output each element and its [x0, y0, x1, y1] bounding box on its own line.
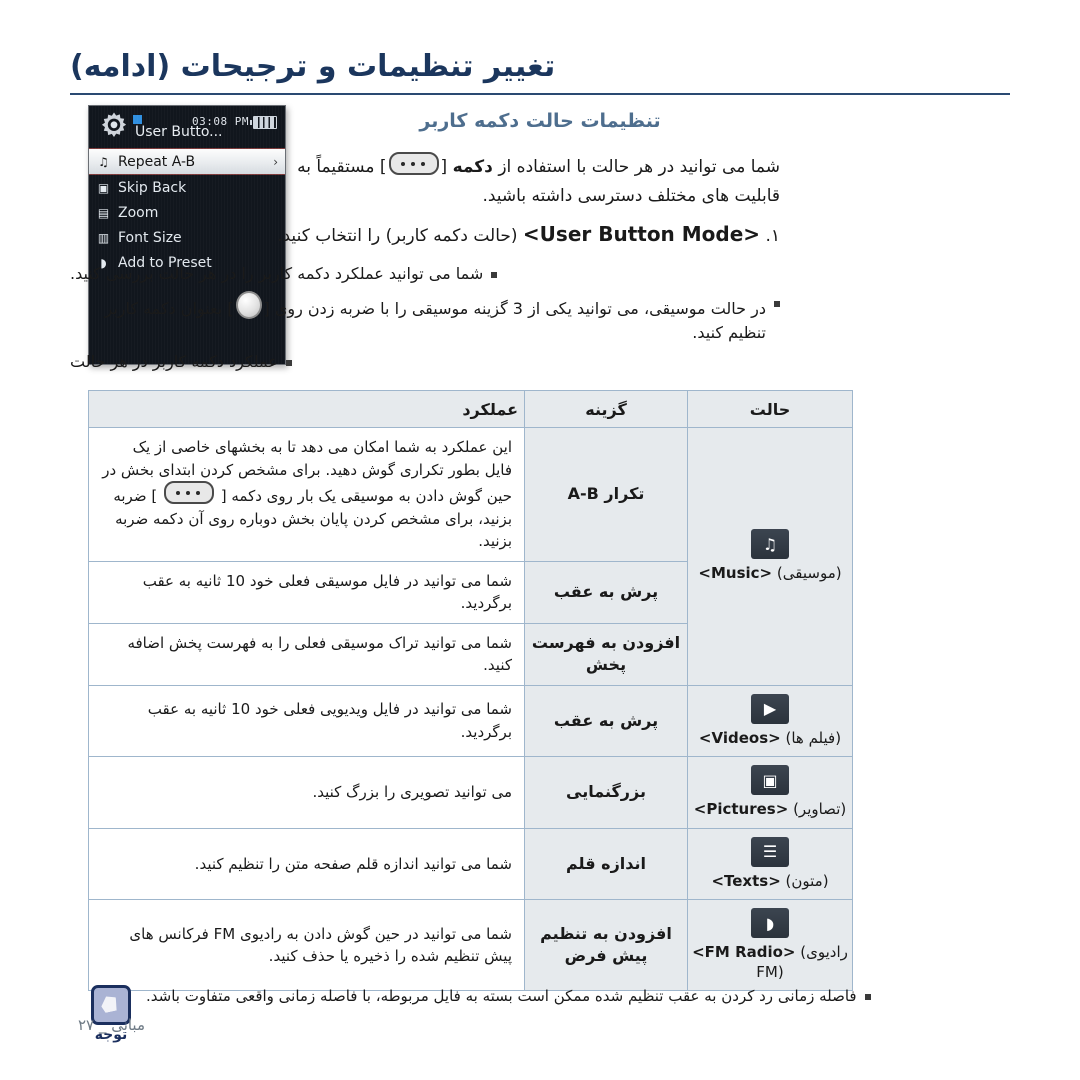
bullet-text: در حالت موسیقی، می توانید یکی از 3 گزینه…	[70, 291, 766, 345]
note-body-text: فاصله زمانی رد کردن به عقب تنظیم شده ممک…	[146, 987, 857, 1005]
table-row: ▣ <Pictures> (تصاویر) بزرگنمایی می توانید ت…	[88, 756, 853, 829]
intro-line-2: قابلیت های مختلف دسترسی داشته باشید.	[482, 185, 780, 206]
mode-label: <Pictures> (تصاویر)	[693, 800, 847, 818]
mode-cell: ▣ <Pictures> (تصاویر)	[687, 756, 853, 829]
intro-step-1: ۱. <User Button Mode> (حالت دکمه کاربر) …	[70, 219, 780, 250]
table-row: ♫ <Music> (موسیقی) تکرار A-B این عملکرد به …	[88, 427, 853, 686]
page-footer: مبانی _ ۲۷	[78, 1016, 145, 1034]
intro-line-1: شما می توانید در هر حالت با استفاده از د…	[70, 152, 780, 181]
bullet-text: شما می توانید عملکرد دکمه کاربر را در هر…	[70, 264, 484, 283]
mode-cell-content: ☰ <Texts> (متون)	[692, 836, 848, 892]
oval-key-group: []	[227, 291, 270, 321]
bullet-square-icon	[491, 272, 498, 278]
text-doc-icon: ☰	[751, 836, 789, 867]
option-cell: بزرگنمایی	[524, 756, 688, 829]
bullet-item-2: عملکرد دکمه کاربر در هر حالت	[70, 350, 780, 374]
option-cell: افزودن به تنظیم پیش فرض	[524, 899, 688, 991]
note-content: فاصله زمانی رد کردن به عقب تنظیم شده ممک…	[146, 985, 878, 1043]
page-header: تغییر تنظیمات و ترجیحات (ادامه)	[70, 49, 1010, 95]
mode-label-fa: (فیلم ها)	[780, 728, 842, 747]
picture-icon: ▣	[751, 765, 789, 795]
mode-label-fa: (رادیوی FM)	[756, 943, 848, 981]
bullet-item-0: شما می توانید عملکرد دکمه کاربر را در هر…	[70, 262, 780, 286]
step-menu-name: <User Button Mode>	[522, 222, 761, 246]
function-cell: شما می توانید در فایل موسیقی فعلی خود 10…	[88, 560, 525, 624]
mode-cell-content: ▶ <Videos> (فیلم ها)	[692, 693, 848, 749]
option-cell: اندازه قلم	[524, 827, 688, 900]
table-head: حالت گزینه عملکرد	[88, 390, 853, 428]
table-row: ☰ <Texts> (متون) اندازه قلم شما می توانید ا…	[88, 827, 853, 900]
bullet-list: شما می توانید عملکرد دکمه کاربر را در هر…	[70, 262, 780, 379]
mode-label: <Videos> (فیلم ها)	[698, 728, 842, 747]
option-cell: پرش به عقب	[524, 684, 688, 757]
mode-cell: ▶ <Videos> (فیلم ها)	[687, 684, 853, 757]
mode-cell: ◗ <FM Radio> (رادیوی FM)	[687, 899, 853, 991]
fm-radio-icon: ◗	[751, 908, 789, 938]
column-header-mode: حالت	[687, 390, 853, 428]
step-description: (حالت دکمه کاربر) را انتخاب کنید.	[277, 226, 518, 246]
column-header-function: عملکرد	[88, 390, 525, 428]
user-button-function-table: حالت گزینه عملکرد ♫ <Music> (موسیقی) تکرار…	[88, 390, 853, 991]
intro-text: شما می توانید در هر حالت با استفاده از د…	[70, 152, 780, 253]
user-button-dots-icon	[163, 481, 214, 504]
option-cell: تکرار A-B	[524, 427, 688, 562]
function-cell: شما می توانید تراک موسیقی فعلی را به فهر…	[88, 622, 525, 686]
column-header-option: گزینه	[524, 390, 688, 428]
intro-line1-c: مستقیماً به	[297, 157, 375, 177]
device-screen-title: User Butto...	[135, 124, 223, 140]
table-header-row: حالت گزینه عملکرد	[88, 390, 853, 428]
key-bracket-group: []	[380, 152, 447, 181]
bullet-text: عملکرد دکمه کاربر در هر حالت	[70, 352, 278, 371]
note-box: توجه فاصله زمانی رد کردن به عقب تنظیم شد…	[88, 985, 878, 1043]
mode-cell-content: ▣ <Pictures> (تصاویر)	[692, 765, 848, 820]
device-status-bar: 03:08 PM User Butto...	[89, 106, 285, 146]
music-note-icon: ♫	[751, 529, 789, 559]
mode-cell: ♫ <Music> (موسیقی)	[687, 427, 853, 686]
gear-icon	[101, 112, 127, 137]
mode-cell-content: ♫ <Music> (موسیقی)	[692, 529, 848, 584]
intro-line1-a: شما می توانید در هر حالت با استفاده از	[498, 157, 780, 177]
mode-label: <Texts> (متون)	[711, 871, 829, 890]
status-blue-indicator	[133, 115, 142, 124]
bullet-square-icon	[285, 360, 292, 366]
mode-label: <FM Radio> (رادیوی FM)	[692, 943, 848, 981]
footer-label: مبانی	[111, 1016, 145, 1034]
bullet-square-icon	[774, 301, 780, 307]
note-badge: توجه	[88, 985, 134, 1043]
header-divider	[70, 92, 1010, 95]
manual-page: تغییر تنظیمات و ترجیحات (ادامه) تنظیمات …	[0, 0, 1080, 1080]
option-cell: پرش به عقب	[524, 560, 688, 624]
table-row: ▶ <Videos> (فیلم ها) پرش به عقب شما می توان…	[88, 684, 853, 757]
step-number: ۱.	[765, 226, 780, 246]
mode-label-fa: (متون)	[780, 871, 829, 890]
table-body: ♫ <Music> (موسیقی) تکرار A-B این عملکرد به …	[88, 427, 853, 991]
page-title: تغییر تنظیمات و ترجیحات (ادامه)	[70, 49, 556, 84]
select-button-oval-icon	[235, 291, 262, 319]
bullet-item-1: در حالت موسیقی، می توانید یکی از 3 گزینه…	[70, 291, 780, 345]
table-row: ◗ <FM Radio> (رادیوی FM) افزودن به تنظیم پ…	[88, 899, 853, 991]
film-frame-icon: ▶	[751, 693, 789, 724]
mode-label-fa: (تصاویر)	[788, 800, 847, 818]
function-cell: شما می توانید در فایل ویدیویی فعلی خود 1…	[88, 684, 525, 757]
user-button-dots-icon	[388, 152, 439, 175]
function-cell: شما می توانید اندازه قلم صفحه متن را تنظ…	[88, 827, 525, 900]
intro-line1-b: دکمه	[452, 157, 493, 177]
mode-cell: ☰ <Texts> (متون)	[687, 827, 853, 900]
function-cell: شما می توانید در حین گوش دادن به رادیوی …	[88, 899, 525, 991]
mode-cell-content: ◗ <FM Radio> (رادیوی FM)	[692, 908, 848, 982]
footer-page-number: ۲۷	[78, 1016, 95, 1034]
footer-separator: _	[98, 1016, 107, 1034]
battery-icon	[250, 116, 277, 129]
option-cell: افزودن به فهرست پخش	[524, 622, 688, 686]
function-cell: این عملکرد به شما امکان می دهد تا به بخش…	[88, 427, 525, 562]
bullet-square-icon	[864, 994, 871, 1000]
mode-label: <Music> (موسیقی)	[698, 564, 842, 582]
function-cell: می توانید تصویری را بزرگ کنید.	[88, 756, 525, 829]
mode-label-fa: (موسیقی)	[772, 564, 842, 582]
